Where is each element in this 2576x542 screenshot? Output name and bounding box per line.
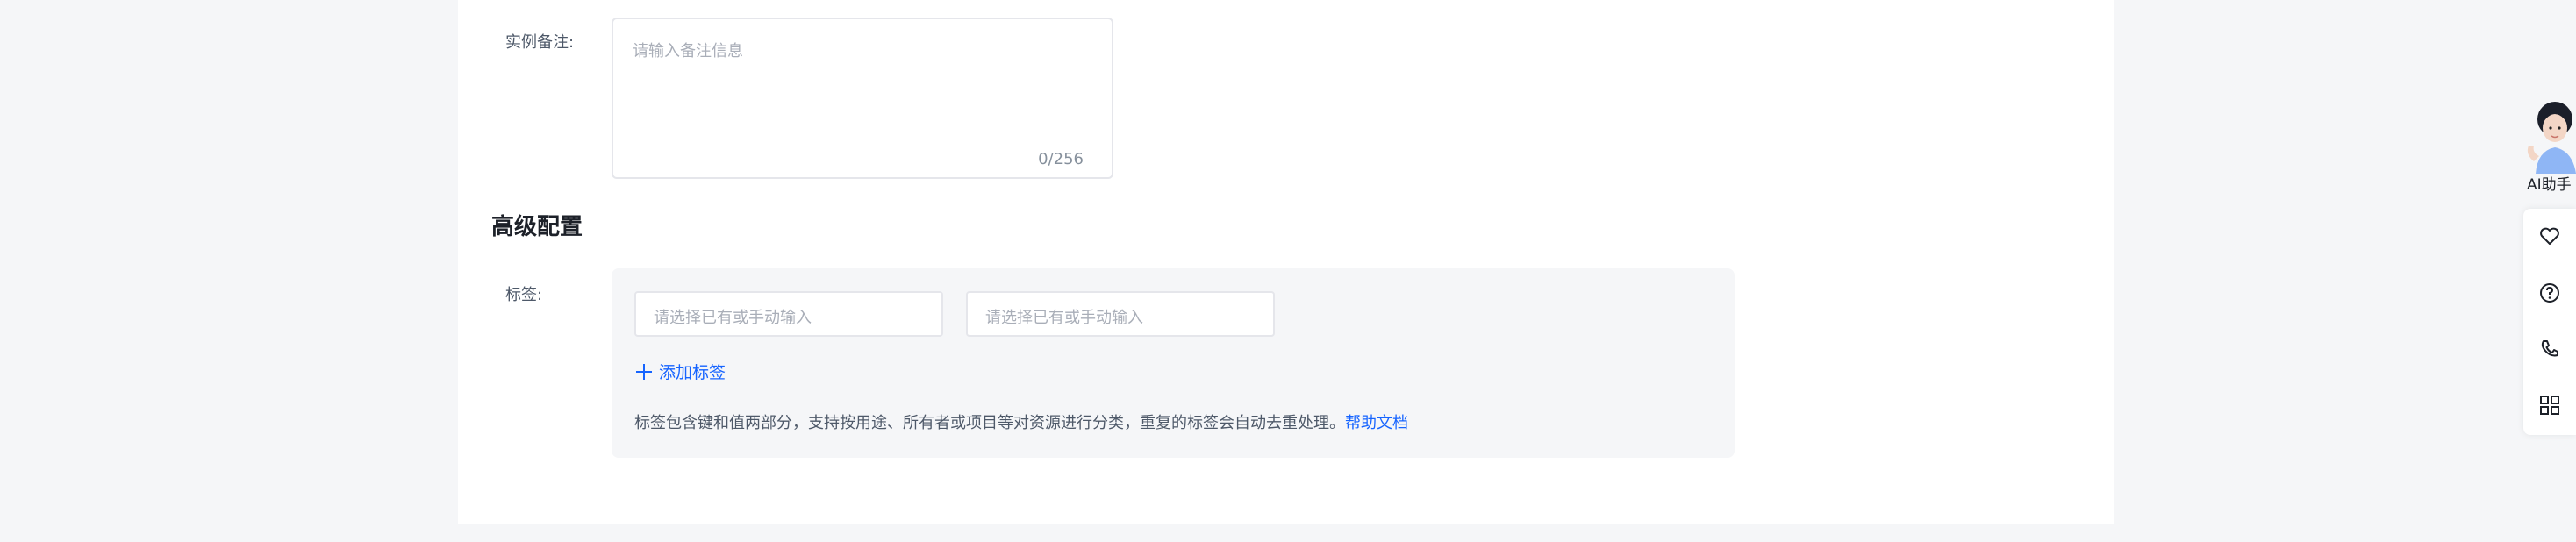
help-doc-link[interactable]: 帮助文档 xyxy=(1345,414,1408,432)
contact-button[interactable] xyxy=(2523,321,2576,377)
section-title-advanced: 高级配置 xyxy=(491,214,583,240)
remark-placeholder: 请输入备注信息 xyxy=(633,42,743,61)
tag-panel: 请选择已有或手动输入 请选择已有或手动输入 添加标签 标签包含键和值两部分，支持… xyxy=(612,268,1735,458)
tag-value-input[interactable]: 请选择已有或手动输入 xyxy=(966,291,1275,337)
tool-panel xyxy=(2523,209,2576,435)
apps-button[interactable] xyxy=(2523,377,2576,433)
add-tag-label: 添加标签 xyxy=(659,363,726,382)
remark-label: 实例备注: xyxy=(505,33,575,52)
ai-assistant-avatar[interactable] xyxy=(2523,93,2576,174)
tag-key-input[interactable]: 请选择已有或手动输入 xyxy=(634,291,943,337)
favorite-button[interactable] xyxy=(2523,209,2576,265)
tags-label: 标签: xyxy=(505,286,543,304)
apps-icon xyxy=(2540,396,2559,415)
remark-char-counter: 0/256 xyxy=(1038,150,1084,168)
help-button[interactable] xyxy=(2523,265,2576,321)
plus-icon xyxy=(636,363,652,380)
tag-hint-text: 标签包含键和值两部分，支持按用途、所有者或项目等对资源进行分类，重复的标签会自动… xyxy=(634,414,1345,432)
heart-icon xyxy=(2540,227,2559,245)
tag-hint: 标签包含键和值两部分，支持按用途、所有者或项目等对资源进行分类，重复的标签会自动… xyxy=(634,410,1408,433)
question-icon xyxy=(2540,283,2559,303)
ai-assistant-label[interactable]: AI助手 xyxy=(2527,172,2572,194)
phone-icon xyxy=(2541,340,2558,357)
remark-textarea[interactable]: 请输入备注信息 0/256 xyxy=(612,18,1113,179)
add-tag-button[interactable]: 添加标签 xyxy=(634,360,726,383)
